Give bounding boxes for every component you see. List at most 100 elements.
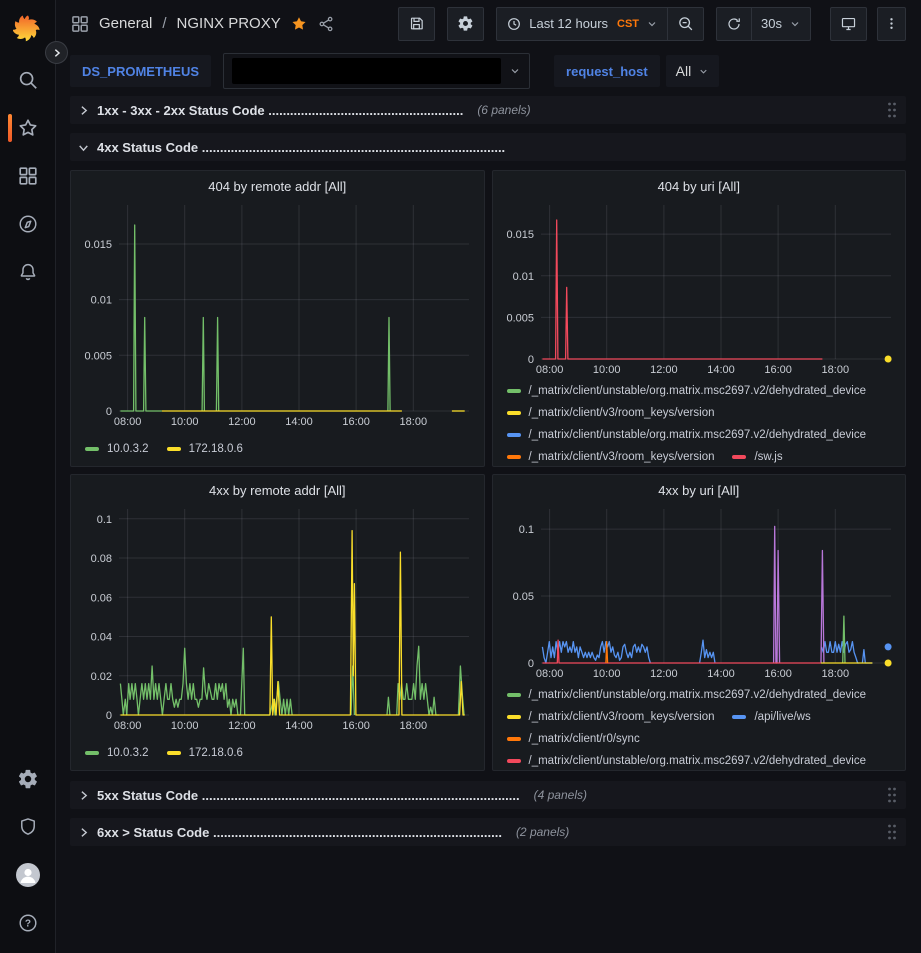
legend-item[interactable]: /_matrix/client/unstable/org.matrix.msc2… [507, 429, 867, 441]
legend-series-color [507, 433, 521, 437]
kebab-menu-button[interactable] [877, 7, 906, 41]
legend-series-color [167, 751, 181, 755]
legend-item[interactable]: /_matrix/client/r0/sync [507, 733, 640, 745]
row-drag-handle[interactable] [885, 822, 899, 842]
row-header-6xx[interactable]: 6xx > Status Code ......................… [70, 818, 906, 846]
chevron-down-icon [646, 18, 658, 30]
legend-series-color [507, 389, 521, 393]
panel-title[interactable]: 4xx by remote addr [All] [79, 480, 476, 503]
svg-text:12:00: 12:00 [650, 364, 678, 376]
row-header-5xx[interactable]: 5xx Status Code ........................… [70, 781, 906, 809]
svg-text:12:00: 12:00 [228, 416, 256, 428]
tv-monitor-icon [840, 15, 857, 32]
sidebar-item-explore[interactable] [0, 200, 55, 248]
svg-text:16:00: 16:00 [342, 720, 370, 732]
active-section-indicator [8, 114, 12, 142]
time-series-chart[interactable]: 00.020.040.060.080.108:0010:0012:0014:00… [79, 503, 477, 733]
sidebar-item-configuration[interactable] [0, 755, 55, 803]
time-series-chart[interactable]: 00.0050.010.01508:0010:0012:0014:0016:00… [79, 199, 477, 429]
row-drag-handle[interactable] [885, 785, 899, 805]
time-range-picker[interactable]: Last 12 hours CST [496, 7, 668, 41]
legend-item[interactable]: 172.18.0.6 [167, 747, 243, 759]
svg-text:16:00: 16:00 [764, 668, 792, 680]
legend-series-color [507, 693, 521, 697]
sidebar-item-server-admin[interactable] [0, 803, 55, 851]
svg-text:0.04: 0.04 [91, 632, 112, 644]
legend-series-label: /api/live/ws [754, 711, 810, 723]
svg-text:12:00: 12:00 [228, 720, 256, 732]
legend-item[interactable]: 10.0.3.2 [85, 443, 149, 455]
sidebar-item-profile[interactable] [0, 851, 55, 899]
header-actions: Last 12 hours CST 30s [398, 7, 906, 41]
svg-text:0.08: 0.08 [91, 553, 112, 565]
datasource-variable-label[interactable]: DS_PROMETHEUS [70, 55, 211, 87]
sidebar-item-help[interactable]: ? [0, 899, 55, 947]
save-dashboard-button[interactable] [398, 7, 435, 41]
panel-legend: /_matrix/client/unstable/org.matrix.msc2… [501, 380, 898, 467]
legend-item[interactable]: /sw.js [732, 451, 782, 463]
dashboard-settings-button[interactable] [447, 7, 484, 41]
sidebar-item-alerting[interactable] [0, 248, 55, 296]
chevron-down-icon [698, 66, 709, 77]
legend-item[interactable]: 172.18.0.6 [167, 443, 243, 455]
dashboard-canvas: 1xx - 3xx - 2xx Status Code ............… [56, 95, 921, 846]
dashboard-title[interactable]: NGINX PROXY [177, 15, 281, 32]
panel-row-1: 404 by remote addr [All] 00.0050.010.015… [70, 170, 906, 467]
legend-item[interactable]: /_matrix/client/v3/room_keys/version [507, 451, 715, 463]
legend-item[interactable]: /_matrix/client/unstable/org.matrix.msc2… [507, 755, 867, 767]
svg-text:0.005: 0.005 [506, 312, 534, 324]
request-host-value: All [676, 63, 692, 79]
dashboards-grid-icon [17, 165, 39, 187]
time-series-chart[interactable]: 00.050.108:0010:0012:0014:0016:0018:00 [501, 503, 899, 681]
legend-row: /_matrix/client/unstable/org.matrix.msc2… [507, 684, 898, 706]
legend-series-label: 172.18.0.6 [189, 747, 243, 759]
zoom-out-button[interactable] [668, 7, 704, 41]
refresh-button[interactable] [716, 7, 752, 41]
row-drag-handle[interactable] [885, 100, 899, 120]
person-icon [16, 863, 40, 887]
expand-sidebar-button[interactable] [45, 41, 68, 64]
panel-title[interactable]: 404 by uri [All] [501, 176, 898, 199]
panel-title[interactable]: 4xx by uri [All] [501, 480, 898, 503]
panel-legend: /_matrix/client/unstable/org.matrix.msc2… [501, 684, 898, 771]
refresh-interval-dropdown[interactable]: 30s [752, 7, 811, 41]
chevron-right-icon [52, 48, 62, 58]
shield-icon [17, 816, 39, 838]
sidebar-nav: ? [0, 0, 56, 953]
legend-item[interactable]: /_matrix/client/unstable/org.matrix.msc2… [507, 689, 867, 701]
legend-series-label: /_matrix/client/unstable/org.matrix.msc2… [529, 689, 867, 701]
dashboard-header: General / NGINX PROXY [56, 0, 921, 47]
legend-row: /_matrix/client/unstable/org.matrix.msc2… [507, 380, 898, 402]
breadcrumb-folder[interactable]: General [99, 15, 152, 32]
legend-series-color [167, 447, 181, 451]
time-series-chart[interactable]: 00.0050.010.01508:0010:0012:0014:0016:00… [501, 199, 899, 377]
breadcrumb: General / NGINX PROXY [70, 14, 335, 34]
tv-kiosk-button[interactable] [830, 7, 867, 41]
breadcrumb-separator: / [161, 15, 167, 32]
search-icon [17, 69, 39, 91]
row-header-4xx[interactable]: 4xx Status Code ........................… [70, 133, 906, 161]
user-avatar [16, 863, 40, 887]
sidebar-item-search[interactable] [0, 56, 55, 104]
panel-title[interactable]: 404 by remote addr [All] [79, 176, 476, 199]
legend-item[interactable]: 10.0.3.2 [85, 747, 149, 759]
legend-item[interactable]: /_matrix/client/v3/room_keys/version [507, 407, 715, 419]
svg-text:16:00: 16:00 [764, 364, 792, 376]
request-host-variable-select[interactable]: All [666, 55, 720, 87]
refresh-controls: 30s [716, 7, 811, 41]
share-icon[interactable] [317, 15, 335, 33]
sidebar-item-starred[interactable] [0, 104, 55, 152]
favorite-star-icon[interactable] [290, 15, 308, 33]
row-header-1xx-3xx-2xx[interactable]: 1xx - 3xx - 2xx Status Code ............… [70, 96, 906, 124]
legend-item[interactable]: /api/live/ws [732, 711, 810, 723]
sidebar-item-dashboards[interactable] [0, 152, 55, 200]
legend-series-label: /_matrix/client/r0/sync [529, 733, 640, 745]
svg-text:0.015: 0.015 [84, 239, 112, 251]
datasource-variable-select[interactable] [223, 53, 530, 89]
refresh-interval-value: 30s [761, 16, 782, 31]
legend-item[interactable]: /_matrix/client/unstable/org.matrix.msc2… [507, 385, 867, 397]
request-host-variable-label[interactable]: request_host [554, 55, 660, 87]
svg-text:?: ? [24, 919, 30, 930]
legend-item[interactable]: /_matrix/client/v3/room_keys/version [507, 711, 715, 723]
explore-compass-icon [17, 213, 39, 235]
